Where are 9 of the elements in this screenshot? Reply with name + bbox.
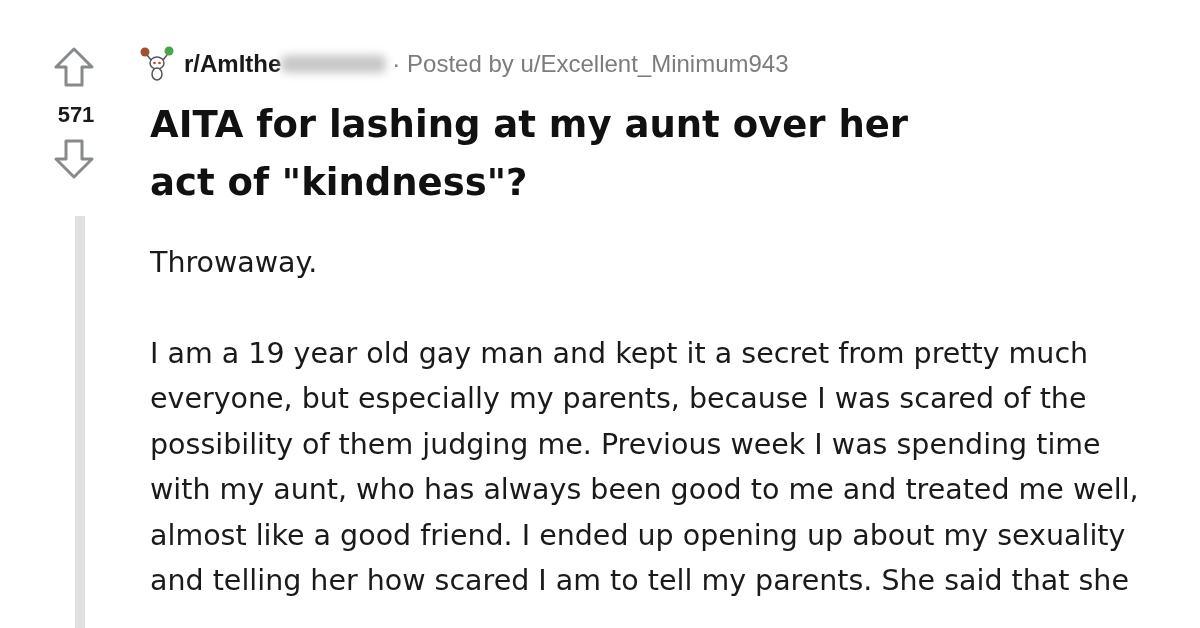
mascot-icon — [140, 46, 174, 82]
subreddit-link[interactable]: r/AmIthe — [184, 50, 282, 78]
posted-by-text: · Posted by u/Excellent_Minimum943 — [392, 50, 789, 78]
vote-count: 571 — [57, 102, 95, 128]
body-paragraph: I am a 19 year old gay man and kept it a secret from pretty much everyone, but especially my parents, because I was scared of the possibility of them judging me. Previous week I was spending time with my aunt, who has always been good to me and treated me well, almost like a good friend. I ended up opening up about my sexuality and telling her how scared I am to tell my parents. She said that she — [150, 335, 1140, 599]
downvote-icon[interactable] — [53, 138, 95, 180]
post-title: AITA for lashing at my aunt over her act of "kindness"? — [150, 102, 910, 206]
upvote-icon[interactable] — [53, 46, 95, 88]
body-paragraph: Throwaway. — [150, 245, 319, 281]
